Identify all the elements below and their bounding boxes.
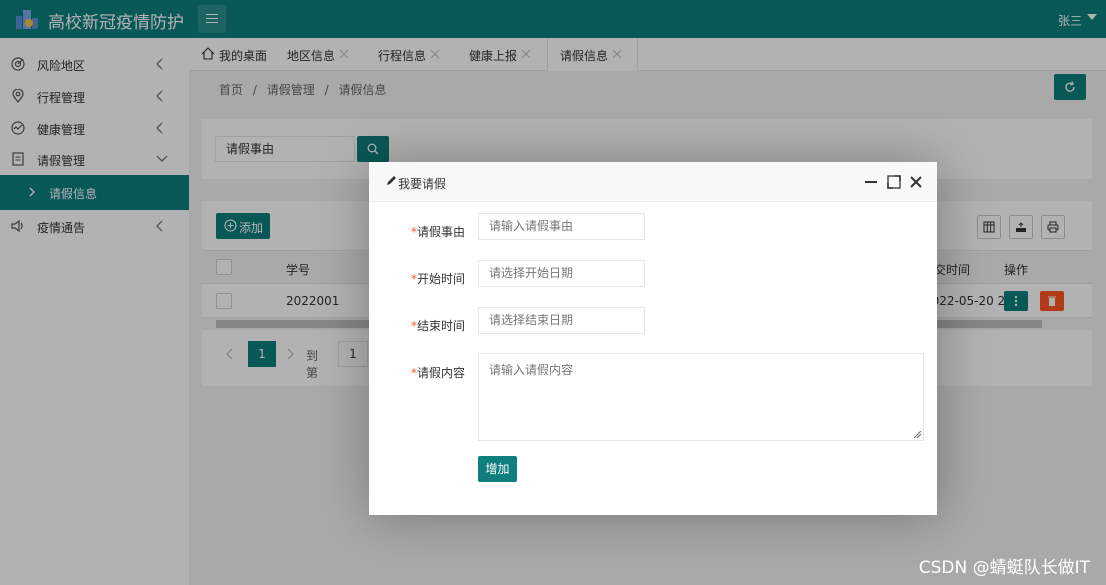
pencil-icon [387, 176, 396, 185]
leave-request-dialog: 我要请假 *请假事由 请输入请假事由 *开始时间 请选择开始日期 *结束时间 请… [369, 162, 937, 515]
end-time-label: *结束时间 [410, 319, 465, 333]
dialog-header: 我要请假 [369, 162, 937, 202]
content-textarea[interactable]: 请输入请假内容 [478, 353, 924, 441]
content-label: *请假内容 [410, 366, 465, 380]
watermark: CSDN @蜻蜓队长做IT [918, 558, 1090, 578]
textarea-placeholder: 请输入请假内容 [489, 363, 574, 377]
start-date-input[interactable]: 请选择开始日期 [478, 260, 645, 287]
reason-input[interactable]: 请输入请假事由 [478, 213, 645, 240]
end-date-input[interactable]: 请选择结束日期 [478, 307, 645, 334]
add-submit-button[interactable]: 增加 [478, 456, 517, 482]
maximize-icon[interactable] [886, 174, 902, 190]
dialog-title: 我要请假 [398, 177, 447, 191]
close-icon[interactable] [908, 174, 924, 190]
start-time-label: *开始时间 [410, 272, 465, 286]
minimize-icon[interactable] [863, 174, 879, 190]
resize-grip-icon[interactable] [914, 431, 921, 438]
reason-label: *请假事由 [410, 225, 465, 239]
